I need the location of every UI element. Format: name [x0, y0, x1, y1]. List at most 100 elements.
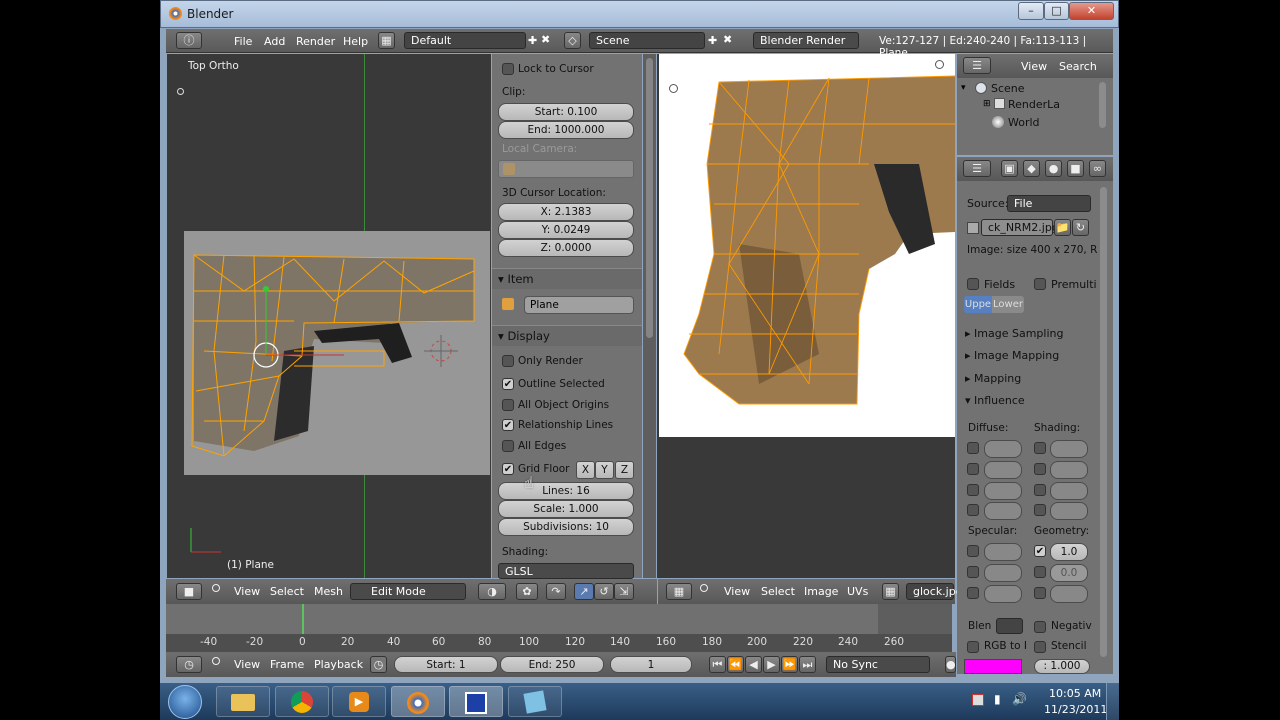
clip-start-field[interactable]: Start: 0.100 [498, 103, 634, 121]
next-keyframe-icon[interactable]: ⏩ [781, 656, 798, 673]
outline-selected-checkbox[interactable] [502, 378, 514, 390]
world-tab-icon[interactable]: ● [1045, 160, 1062, 177]
mode-select[interactable]: Edit Mode [350, 583, 466, 600]
fields-checkbox[interactable] [967, 278, 979, 290]
explorer-taskbar-icon[interactable] [216, 686, 270, 717]
editor-type-outliner-icon[interactable]: ☰ [963, 57, 991, 74]
specular-intensity-checkbox[interactable] [967, 545, 979, 557]
reload-image-icon[interactable]: ↻ [1072, 219, 1089, 236]
diffuse-translucency-field[interactable]: 1.0 [984, 502, 1022, 520]
shading-ray-mirror-checkbox[interactable] [1034, 504, 1046, 516]
geometry-warp-field[interactable]: 0.0 [1050, 564, 1088, 582]
vp-menu-select[interactable]: Select [270, 585, 304, 598]
diffuse-color-field[interactable]: 1.0 [984, 461, 1022, 479]
diffuse-intensity-checkbox[interactable] [967, 442, 979, 454]
collapse-menu-icon[interactable] [212, 584, 220, 592]
specular-hardness-field[interactable]: 1.0 [984, 585, 1022, 603]
clip-end-field[interactable]: End: 1000.000 [498, 121, 634, 139]
outliner-menu-view[interactable]: View [1021, 60, 1047, 73]
record-icon[interactable]: ● [945, 656, 956, 673]
preview-range-icon[interactable]: ◷ [370, 656, 387, 673]
display-panel-header[interactable]: ▾ Display [492, 325, 642, 346]
start-button[interactable] [168, 685, 202, 719]
grid-axis-x-toggle[interactable]: X [576, 461, 595, 479]
grid-subdivisions-field[interactable]: Subdivisions: 10 [498, 518, 634, 536]
editor-type-3d-icon[interactable]: ■ [176, 583, 202, 600]
close-window-button[interactable]: ✕ [1069, 2, 1114, 20]
relationship-lines-checkbox[interactable] [502, 419, 514, 431]
image-datablock-field[interactable]: ck_NRM2.jpg [981, 219, 1059, 236]
img-menu-image[interactable]: Image [804, 585, 838, 598]
n-panel-scrollbar[interactable] [643, 54, 656, 578]
jump-end-icon[interactable]: ⏭ [799, 656, 816, 673]
tl-collapse-menu-icon[interactable] [212, 657, 220, 665]
translate-manipulator-icon[interactable]: ↗ [574, 583, 594, 600]
image-sampling-panel[interactable]: ▸ Image Sampling [965, 327, 1063, 340]
chrome-taskbar-icon[interactable] [275, 686, 329, 717]
image-name-field[interactable]: glock.jpg [906, 583, 963, 600]
minimize-button[interactable]: – [1018, 2, 1044, 20]
shading-mirror-field[interactable]: 1.0 [1050, 482, 1088, 500]
rotate-manipulator-icon[interactable]: ↺ [594, 583, 614, 600]
remove-scene-icon[interactable]: ✖ [723, 33, 732, 46]
local-camera-field[interactable] [498, 160, 634, 178]
menu-file[interactable]: File [234, 35, 252, 48]
app-taskbar-icon[interactable] [449, 686, 503, 717]
image-browse-icon[interactable]: ▦ [882, 583, 899, 600]
lock-to-cursor-checkbox[interactable] [502, 63, 514, 75]
source-select[interactable]: File [1007, 195, 1091, 212]
outliner-menu-search[interactable]: Search [1059, 60, 1097, 73]
clock-date[interactable]: 11/23/2011 [1044, 703, 1107, 716]
outliner-scene-item[interactable]: Scene [991, 82, 1025, 95]
dvar-field[interactable]: : 1.000 [1034, 659, 1090, 674]
jump-start-icon[interactable]: ⏮ [709, 656, 726, 673]
shading-mode-select[interactable]: GLSL [498, 563, 634, 579]
influence-panel[interactable]: ▾ Influence [965, 394, 1025, 407]
tl-menu-view[interactable]: View [234, 658, 260, 671]
diffuse-color-checkbox[interactable] [967, 463, 979, 475]
menu-add[interactable]: Add [264, 35, 285, 48]
diffuse-alpha-checkbox[interactable] [967, 484, 979, 496]
media-player-taskbar-icon[interactable]: ▶ [332, 686, 386, 717]
render-tab-icon[interactable]: ▣ [1001, 160, 1018, 177]
editor-type-image-icon[interactable]: ▦ [666, 583, 692, 600]
diffuse-intensity-field[interactable]: 1.0 [984, 440, 1022, 458]
start-frame-field[interactable]: Start: 1 [394, 656, 498, 673]
cursor-z-field[interactable]: Z: 0.0000 [498, 239, 634, 257]
scale-manipulator-icon[interactable]: ⇲ [614, 583, 634, 600]
diffuse-translucency-checkbox[interactable] [967, 504, 979, 516]
tl-menu-playback[interactable]: Playback [314, 658, 363, 671]
action-center-icon[interactable] [972, 694, 984, 706]
shading-ambient-checkbox[interactable] [1034, 442, 1046, 454]
scene-field[interactable]: Scene [589, 32, 705, 49]
shading-ray-mirror-field[interactable]: 1.0 [1050, 502, 1088, 520]
vp-menu-mesh[interactable]: Mesh [314, 585, 343, 598]
specular-intensity-field[interactable]: 1.0 [984, 543, 1022, 561]
blender-taskbar-icon[interactable] [391, 686, 445, 717]
all-object-origins-checkbox[interactable] [502, 399, 514, 411]
shading-ambient-field[interactable]: 1.0 [1050, 440, 1088, 458]
outliner-scrollbar[interactable] [1099, 82, 1106, 128]
item-panel-header[interactable]: ▾ Item [492, 268, 642, 289]
scene-icon[interactable]: ◇ [564, 32, 581, 49]
tl-menu-frame[interactable]: Frame [270, 658, 304, 671]
view-plus-icon[interactable] [177, 88, 184, 95]
editor-type-info-icon[interactable]: ⓘ [176, 32, 202, 49]
render-engine-select[interactable]: Blender Render [753, 32, 859, 49]
img-collapse-menu-icon[interactable] [700, 584, 708, 592]
specular-color-field[interactable]: 1.0 [984, 564, 1022, 582]
geometry-normal-checkbox[interactable] [1034, 545, 1046, 557]
notepad-taskbar-icon[interactable] [508, 686, 562, 717]
expand-scene-icon[interactable]: ▾ [961, 83, 966, 93]
grid-axis-z-toggle[interactable]: Z [615, 461, 634, 479]
open-image-icon[interactable]: 📁 [1054, 219, 1071, 236]
img-menu-uvs[interactable]: UVs [847, 585, 868, 598]
cursor-x-field[interactable]: X: 2.1383 [498, 203, 634, 221]
play-icon[interactable]: ▶ [763, 656, 780, 673]
outliner-world-item[interactable]: World [1008, 116, 1040, 129]
field-order-lower[interactable]: Lower [992, 296, 1024, 313]
editor-type-properties-icon[interactable]: ☰ [963, 160, 991, 177]
prev-keyframe-icon[interactable]: ⏪ [727, 656, 744, 673]
scene-tab-icon[interactable]: ◆ [1023, 160, 1040, 177]
negative-checkbox[interactable] [1034, 621, 1046, 633]
